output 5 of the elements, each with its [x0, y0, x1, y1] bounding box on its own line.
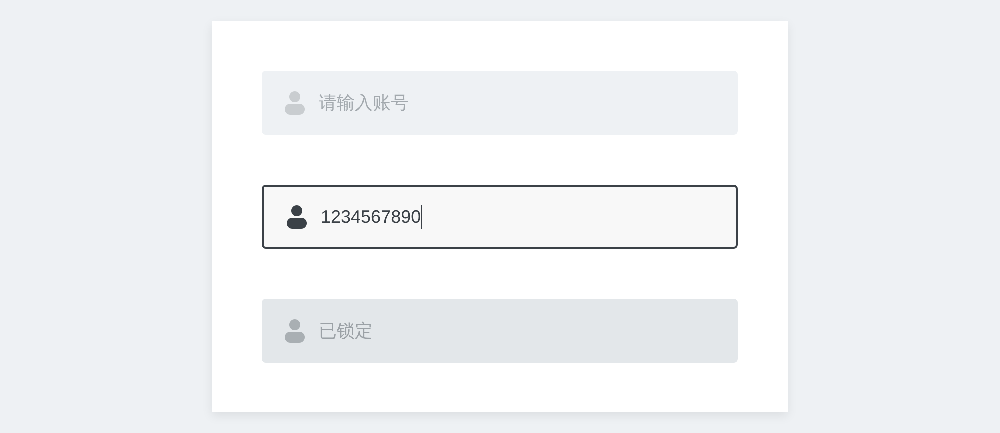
user-icon: [284, 91, 306, 115]
input-field[interactable]: 请输入账号: [262, 71, 738, 135]
user-icon: [284, 319, 306, 343]
input-field[interactable]: 1234567890: [262, 185, 738, 249]
user-icon: [286, 205, 308, 229]
